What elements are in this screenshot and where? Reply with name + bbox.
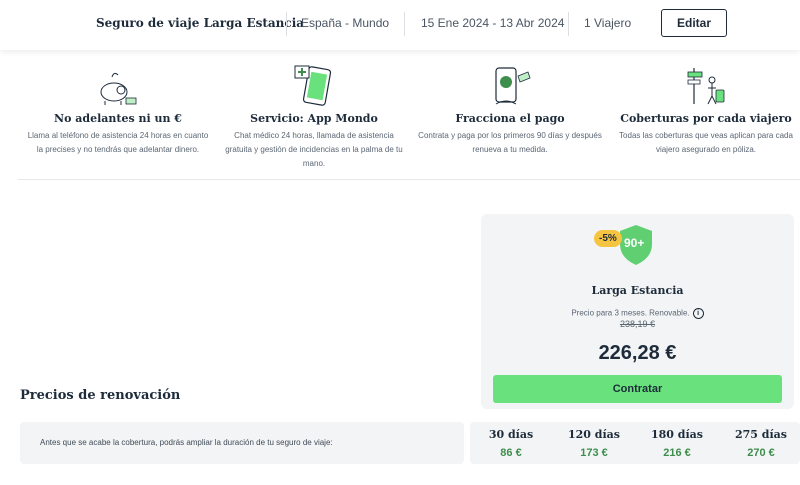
plan-note-text: Precio para 3 meses. Renovable. — [571, 308, 690, 318]
feature-coverage-per-traveler: Coberturas por cada viajero Todas las co… — [606, 62, 800, 157]
travelers-text: 1 Viajero — [584, 16, 632, 30]
renewal-option: 180 días 216 € — [642, 428, 712, 459]
feature-description: Llama al teléfono de asistencia 24 horas… — [27, 131, 209, 154]
feature-title: No adelantes ni un € — [54, 112, 182, 125]
features-section: No adelantes ni un € Llama al teléfono d… — [18, 62, 800, 180]
renewal-days: 180 días — [651, 428, 703, 441]
renewal-price: 86 € — [500, 447, 522, 459]
current-price: 226,28 € — [598, 342, 677, 364]
renewal-days: 30 días — [488, 428, 534, 441]
feature-split-payment: Fracciona el pago Contrata y paga por lo… — [410, 62, 610, 157]
feature-description: Todas las coberturas que veas aplican pa… — [619, 131, 793, 154]
renewal-days: 275 días — [735, 428, 787, 441]
piggy-bank-icon — [18, 62, 218, 108]
feature-title: Servicio: App Mondo — [250, 112, 378, 125]
plan-badge: 90+ -5% — [594, 224, 664, 268]
travelers-signpost-icon — [606, 62, 800, 108]
insurance-title: Seguro de viaje Larga Estancia — [96, 16, 305, 30]
plan-note: Precio para 3 meses. Renovable. i — [481, 308, 794, 319]
renewal-days: 120 días — [568, 428, 620, 441]
contract-button[interactable]: Contratar — [493, 375, 782, 403]
plan-card: 90+ -5% Larga Estancia Precio para 3 mes… — [481, 214, 794, 409]
destination-text: España - Mundo — [301, 16, 390, 30]
renewal-price: 173 € — [580, 447, 608, 459]
mobile-app-icon — [214, 62, 414, 108]
dates-text: 15 Ene 2024 - 13 Abr 2024 — [421, 16, 565, 30]
feature-title: Fracciona el pago — [455, 112, 565, 125]
renewal-price: 216 € — [663, 447, 691, 459]
renewal-title: Precios de renovación — [20, 388, 181, 403]
edit-button[interactable]: Editar — [661, 9, 727, 37]
payment-phone-icon — [410, 62, 610, 108]
plan-name: Larga Estancia — [591, 284, 684, 297]
divider — [404, 12, 405, 36]
feature-description: Contrata y paga por los primeros 90 días… — [418, 131, 602, 154]
renewal-info-box: Antes que se acabe la cobertura, podrás … — [20, 422, 464, 464]
renewal-prices: 30 días 86 € 120 días 173 € 180 días 216… — [470, 422, 800, 464]
renewal-option: 275 días 270 € — [726, 428, 796, 459]
discount-badge: -5% — [594, 230, 622, 247]
divider — [286, 12, 287, 36]
renewal-price: 270 € — [747, 447, 775, 459]
feature-app-mondo: Servicio: App Mondo Chat médico 24 horas… — [214, 62, 414, 171]
renewal-option: 120 días 173 € — [559, 428, 629, 459]
old-price: 238,19 € — [619, 319, 656, 329]
feature-description: Chat médico 24 horas, llamada de asisten… — [225, 131, 403, 168]
info-icon[interactable]: i — [692, 308, 704, 319]
feature-no-advance: No adelantes ni un € Llama al teléfono d… — [18, 62, 218, 157]
renewal-text: Antes que se acabe la cobertura, podrás … — [40, 438, 333, 447]
days-badge: 90+ — [624, 236, 645, 250]
divider — [568, 12, 569, 36]
renewal-option: 30 días 86 € — [476, 428, 546, 459]
feature-title: Coberturas por cada viajero — [620, 112, 792, 125]
top-bar: Seguro de viaje Larga Estancia España - … — [0, 0, 800, 50]
